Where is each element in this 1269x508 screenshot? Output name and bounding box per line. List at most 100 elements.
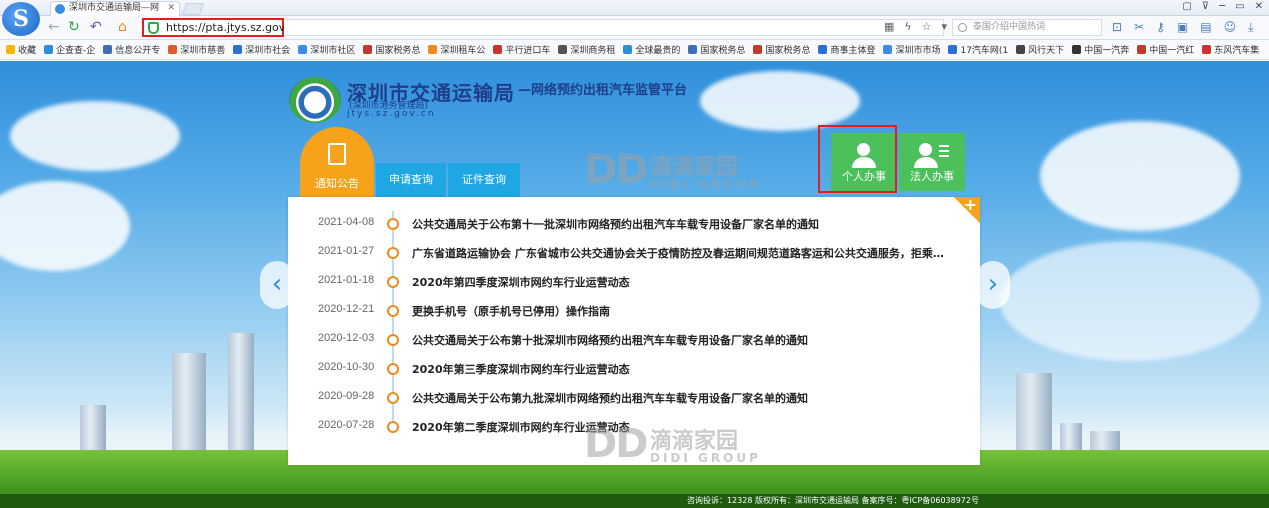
bookmark-icon: [103, 45, 113, 54]
site-domain: jtys.sz.gov.cn: [347, 109, 436, 119]
download-icon[interactable]: ⤓: [1248, 20, 1253, 35]
bookmark-icon: [168, 45, 178, 54]
bookmark-item[interactable]: 深圳市社区: [298, 43, 355, 56]
key-icon[interactable]: ⚷: [1156, 20, 1165, 35]
corporate-person-icon: [919, 143, 932, 156]
bookmark-item[interactable]: 风行天下: [1016, 43, 1064, 56]
back-icon[interactable]: ←: [48, 19, 60, 35]
search-input[interactable]: 泰国介绍中国热词: [952, 19, 1102, 36]
address-bar-area[interactable]: [284, 19, 944, 36]
notice-title[interactable]: 2020年第三季度深圳市网约车行业运营动态: [412, 361, 630, 377]
bookmark-item[interactable]: 东风汽车集: [1202, 43, 1259, 56]
undo-icon[interactable]: ↶: [90, 19, 102, 35]
dropdown-icon[interactable]: ▾: [942, 20, 948, 33]
minimize-icon[interactable]: ─: [1219, 1, 1225, 12]
bookmark-item[interactable]: 中国一汽红: [1137, 43, 1194, 56]
watermark-dd: DD: [584, 421, 648, 467]
home-icon[interactable]: ⌂: [118, 19, 127, 35]
bookmark-item[interactable]: 商事主体登: [818, 43, 875, 56]
timeline-dot-icon: [387, 363, 399, 375]
document-icon: [328, 143, 346, 165]
notice-row[interactable]: 2020-12-21 更换手机号（原手机号已停用）操作指南: [288, 298, 980, 324]
bookmark-label: 东风汽车集: [1214, 46, 1260, 56]
browser-tab[interactable]: 深圳市交通运输局—网 ✕: [50, 1, 180, 16]
bookmark-icon: [428, 45, 438, 54]
bookmark-item[interactable]: 信息公开专: [103, 43, 160, 56]
notice-title[interactable]: 公共交通局关于公布第十一批深圳市网络预约出租汽车车载专用设备厂家名单的通知: [412, 216, 819, 232]
emoji-icon[interactable]: ☺: [1224, 20, 1237, 35]
bookmark-item[interactable]: 国家税务总: [688, 43, 745, 56]
bookmark-item[interactable]: 深圳商务租: [558, 43, 615, 56]
bookmark-label: 深圳市社会: [245, 46, 291, 56]
lightning-icon[interactable]: ϟ: [904, 20, 911, 33]
bookmark-label: 17汽车网(1: [960, 46, 1009, 56]
window-controls: ▢ ⊽ ─ ▭ ✕: [1182, 1, 1263, 12]
save-icon[interactable]: ▤: [1200, 20, 1211, 35]
prev-arrow-icon[interactable]: ‹: [260, 261, 294, 309]
bookmark-label: 商事主体登: [830, 46, 876, 56]
bookmark-item[interactable]: 收藏: [6, 43, 36, 56]
new-tab-button[interactable]: [181, 3, 205, 15]
star-icon[interactable]: ☆: [922, 20, 932, 33]
watermark-dd: DD: [584, 147, 648, 193]
notice-row[interactable]: 2021-01-18 2020年第四季度深圳市网约车行业运营动态: [288, 269, 980, 295]
notice-title[interactable]: 2020年第四季度深圳市网约车行业运营动态: [412, 274, 630, 290]
bookmark-item[interactable]: 企查查-企: [44, 43, 95, 56]
tab-notice[interactable]: 通知公告: [300, 127, 374, 197]
bookmark-icon: [948, 45, 958, 54]
notice-date: 2020-09-28: [318, 390, 375, 402]
bookmark-item[interactable]: 中国一汽奔: [1072, 43, 1129, 56]
tab-close-icon[interactable]: ✕: [167, 2, 175, 15]
qr-code-icon[interactable]: ▦: [884, 20, 894, 33]
notice-title[interactable]: 更换手机号（原手机号已停用）操作指南: [412, 303, 610, 319]
refresh-icon[interactable]: ↻: [68, 19, 80, 35]
notice-row[interactable]: 2020-10-30 2020年第三季度深圳市网约车行业运营动态: [288, 356, 980, 382]
bookmark-item[interactable]: 深圳市市场: [883, 43, 940, 56]
address-bar[interactable]: https://pta.jtys.sz.gov.cn/: [142, 18, 305, 37]
timeline-dot-icon: [387, 421, 399, 433]
bookmark-label: 中国一汽奔: [1084, 46, 1130, 56]
bookmark-icon: [623, 45, 633, 54]
notice-row[interactable]: 2021-04-08 公共交通局关于公布第十一批深圳市网络预约出租汽车车载专用设备…: [288, 211, 980, 237]
notice-title[interactable]: 公共交通局关于公布第十批深圳市网络预约出租汽车车载专用设备厂家名单的通知: [412, 332, 808, 348]
notice-row[interactable]: 2021-01-27 广东省道路运输协会 广东省城市公共交通协会关于疫情防控及春运…: [288, 240, 980, 266]
bookmark-item[interactable]: 深圳市社会: [233, 43, 290, 56]
notice-title[interactable]: 广东省道路运输协会 广东省城市公共交通协会关于疫情防控及春运期间规范道路客运和公…: [412, 245, 948, 261]
bookmark-label: 国家税务总: [700, 46, 746, 56]
notice-title[interactable]: 公共交通局关于公布第九批深圳市网络预约出租汽车车载专用设备厂家名单的通知: [412, 390, 808, 406]
watermark-en: DIDI GROUP: [650, 177, 761, 191]
bookmark-item[interactable]: 17汽车网(1: [948, 43, 1008, 56]
search-icon: [958, 23, 967, 32]
bookmark-item[interactable]: 全球最贵的: [623, 43, 680, 56]
bookmark-item[interactable]: 国家税务总: [753, 43, 810, 56]
footer: 咨询投诉：12328 版权所有：深圳市交通运输局 备案序号：粤ICP备06038…: [0, 494, 1269, 508]
bookmark-item[interactable]: 国家税务总: [363, 43, 420, 56]
site-logo: [289, 77, 341, 123]
notice-date: 2020-07-28: [318, 419, 375, 431]
notice-date: 2021-01-27: [318, 245, 375, 257]
bookmark-label: 平行进口车: [505, 46, 551, 56]
bookmark-item[interactable]: 深圳租车公: [428, 43, 485, 56]
tab-cert-query[interactable]: 证件查询: [448, 163, 520, 197]
bookmark-icon: [688, 45, 698, 54]
extension-icon[interactable]: ⊡: [1112, 20, 1122, 35]
browser-logo: S: [2, 2, 40, 36]
cut-icon[interactable]: ✂: [1134, 20, 1144, 35]
window-skin-icon[interactable]: ⊽: [1202, 1, 1209, 12]
notice-row[interactable]: 2020-09-28 公共交通局关于公布第九批深圳市网络预约出租汽车车载专用设备厂…: [288, 385, 980, 411]
address-bar-icons: ▦ ϟ ☆ ▾: [884, 20, 947, 33]
next-arrow-icon[interactable]: ›: [976, 261, 1010, 309]
bookmark-label: 深圳市慈善: [180, 46, 226, 56]
browser-navbar: ← ↻ ↶ ⌂ https://pta.jtys.sz.gov.cn/ ▦ ϟ …: [0, 16, 1269, 40]
app-icon[interactable]: ▣: [1177, 20, 1188, 35]
corporate-service-button[interactable]: 法人办事: [899, 133, 965, 191]
notice-row[interactable]: 2020-12-03 公共交通局关于公布第十批深圳市网络预约出租汽车车载专用设备厂…: [288, 327, 980, 353]
close-window-icon[interactable]: ✕: [1255, 1, 1263, 12]
tab-apply-query[interactable]: 申请查询: [376, 163, 446, 197]
maximize-icon[interactable]: ▭: [1235, 1, 1244, 12]
window-menu-icon[interactable]: ▢: [1182, 1, 1191, 12]
bookmark-icon: [753, 45, 763, 54]
bookmark-item[interactable]: 平行进口车: [493, 43, 550, 56]
bookmark-label: 全球最贵的: [635, 46, 681, 56]
bookmark-item[interactable]: 深圳市慈善: [168, 43, 225, 56]
